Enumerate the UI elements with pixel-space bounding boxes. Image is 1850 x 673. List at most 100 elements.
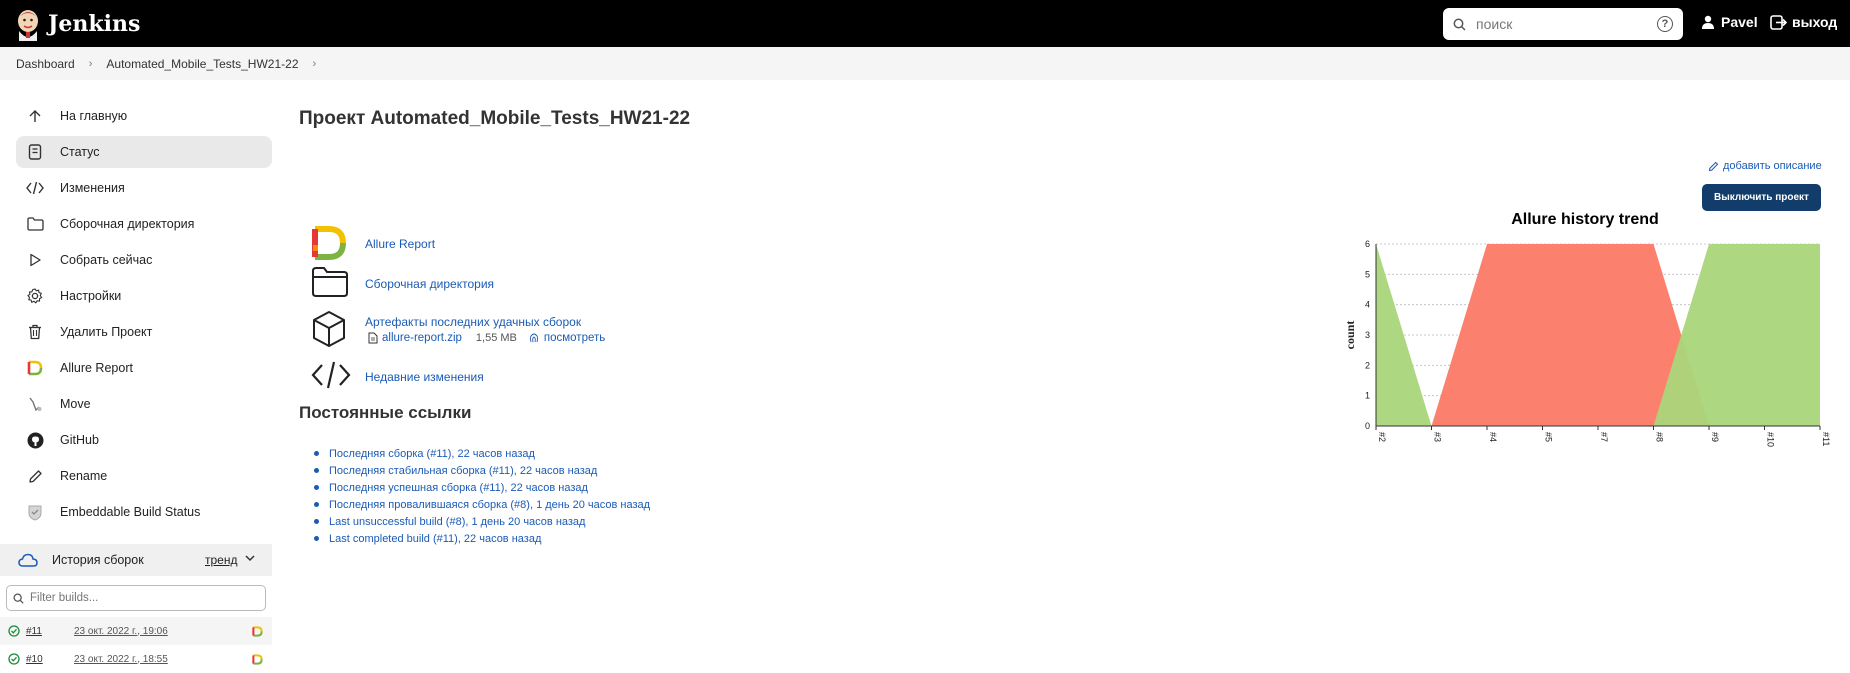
workspace-link[interactable]: Сборочная директория	[365, 277, 494, 291]
sidebar-item-settings[interactable]: Настройки	[16, 280, 272, 312]
allure-report-link-row[interactable]: Allure Report	[311, 225, 435, 261]
code-icon	[26, 179, 44, 197]
logout-button[interactable]: выход	[1770, 14, 1837, 30]
build-row[interactable]: #11 23 окт. 2022 г., 19:06	[0, 617, 272, 645]
file-icon	[368, 332, 378, 344]
allure-trend-chart[interactable]: 0 1 2 3 4 5 6 #2 #3 #4 #5 #7 #8 #9 #10 #11 count	[1340, 232, 1830, 452]
sidebar-item-label: Embeddable Build Status	[60, 505, 201, 519]
changes-link-row[interactable]: Недавние изменения	[311, 360, 484, 390]
allure-icon[interactable]	[252, 654, 263, 665]
badge-icon	[26, 503, 44, 521]
artifact-file-link[interactable]: allure-report.zip	[382, 332, 462, 344]
allure-icon	[26, 359, 44, 377]
user-menu[interactable]: Pavel	[1701, 14, 1758, 30]
github-icon	[26, 431, 44, 449]
sidebar-item-label: Статус	[60, 145, 100, 159]
artifacts-link[interactable]: Артефакты последних удачных сборок	[365, 315, 581, 329]
jenkins-logo[interactable]: Jenkins	[14, 7, 140, 41]
breadcrumb-dashboard[interactable]: Dashboard	[16, 57, 75, 71]
permalink-last-successful[interactable]: Последняя успешная сборка (#11), 22 часо…	[329, 482, 588, 494]
sidebar-item-build-now[interactable]: Собрать сейчас	[16, 244, 272, 276]
user-icon	[1702, 15, 1714, 29]
permalink-last-failed[interactable]: Последняя провалившаяся сборка (#8), 1 д…	[329, 499, 650, 511]
chevron-right-icon: ›	[88, 57, 93, 70]
search-input[interactable]	[1476, 16, 1657, 32]
folder-icon	[312, 267, 348, 297]
y-tick-label: 1	[1365, 391, 1370, 401]
trash-icon	[26, 323, 44, 341]
folder-icon	[26, 215, 44, 233]
search-box[interactable]: ?	[1443, 8, 1683, 40]
allure-icon	[312, 226, 346, 260]
jenkins-butler-icon	[18, 9, 38, 41]
sidebar-item-embeddable-status[interactable]: Embeddable Build Status	[16, 496, 272, 528]
sidebar-item-label: GitHub	[60, 433, 99, 447]
permalink-item[interactable]: Last completed build (#11), 22 часов наз…	[314, 530, 650, 547]
help-icon[interactable]: ?	[1657, 16, 1673, 32]
x-tick-label: #2	[1377, 432, 1387, 442]
build-number-link[interactable]: #10	[26, 654, 43, 665]
breadcrumb: Dashboard › Automated_Mobile_Tests_HW21-…	[0, 47, 1850, 80]
permalink-item[interactable]: Последняя успешная сборка (#11), 22 часо…	[314, 479, 650, 496]
filter-builds-input[interactable]	[30, 592, 250, 604]
disable-project-button[interactable]: Выключить проект	[1702, 184, 1821, 211]
permalinks-title: Постоянные ссылки	[299, 403, 472, 422]
allure-report-link[interactable]: Allure Report	[365, 237, 435, 251]
build-date-link[interactable]: 23 окт. 2022 г., 18:55	[74, 654, 168, 665]
allure-icon[interactable]	[252, 626, 263, 637]
logout-icon	[1770, 14, 1787, 30]
build-number-link[interactable]: #11	[26, 626, 42, 637]
sidebar-item-allure[interactable]: Allure Report	[16, 352, 272, 384]
build-row[interactable]: #10 23 окт. 2022 г., 18:55	[0, 645, 272, 673]
add-description-link[interactable]: добавить описание	[1708, 160, 1822, 172]
success-check-icon	[8, 653, 20, 665]
sidebar-item-home[interactable]: На главную	[16, 100, 272, 132]
sidebar-item-rename[interactable]: Rename	[16, 460, 272, 492]
x-tick-label: #11	[1821, 432, 1830, 446]
build-date-link[interactable]: 23 окт. 2022 г., 19:06	[74, 626, 168, 637]
permalink-last-unsuccessful[interactable]: Last unsuccessful build (#8), 1 день 20 …	[329, 516, 585, 528]
artifact-view-link[interactable]: посмотреть	[544, 332, 605, 344]
filter-builds-box[interactable]	[6, 585, 266, 611]
sidebar-item-move[interactable]: Move	[16, 388, 272, 420]
y-axis-label: count	[1343, 321, 1357, 350]
permalink-last-build[interactable]: Последняя сборка (#11), 22 часов назад	[329, 448, 535, 460]
build-history: История сборок тренд #11 23 окт. 2022 г.…	[0, 544, 272, 673]
y-tick-label: 3	[1365, 330, 1370, 340]
sidebar-item-workspace[interactable]: Сборочная директория	[16, 208, 272, 240]
sidebar-item-label: Удалить Проект	[60, 325, 153, 339]
y-tick-label: 6	[1365, 239, 1370, 249]
breadcrumb-project[interactable]: Automated_Mobile_Tests_HW21-22	[106, 57, 298, 71]
sidebar-item-changes[interactable]: Изменения	[16, 172, 272, 204]
sidebar-item-label: Rename	[60, 469, 108, 483]
permalink-last-completed[interactable]: Last completed build (#11), 22 часов наз…	[329, 533, 541, 545]
permalink-item[interactable]: Последняя провалившаяся сборка (#8), 1 д…	[314, 496, 650, 513]
sidebar-item-label: Move	[60, 397, 91, 411]
trend-link[interactable]: тренд	[205, 553, 237, 567]
cloud-icon	[18, 553, 38, 567]
sidebar-item-github[interactable]: GitHub	[16, 424, 272, 456]
sidebar-item-label: На главную	[60, 109, 128, 123]
chevron-right-icon[interactable]: ›	[313, 58, 317, 70]
permalink-item[interactable]: Last unsuccessful build (#8), 1 день 20 …	[314, 513, 650, 530]
workspace-link-row[interactable]: Сборочная директория	[311, 266, 494, 298]
top-bar: Jenkins ? Pavel выход	[0, 0, 1850, 47]
play-icon	[26, 251, 44, 269]
permalinks-list: Последняя сборка (#11), 22 часов назад П…	[314, 445, 650, 547]
artifact-file-row: allure-report.zip 1,55 MB посмотреть	[368, 332, 605, 344]
permalink-last-stable[interactable]: Последняя стабильная сборка (#11), 22 ча…	[329, 465, 597, 477]
x-tick-label: #3	[1433, 432, 1443, 442]
pencil-icon	[26, 467, 44, 485]
permalink-item[interactable]: Последняя стабильная сборка (#11), 22 ча…	[314, 462, 650, 479]
build-history-header: История сборок тренд	[0, 544, 272, 576]
recent-changes-link[interactable]: Недавние изменения	[365, 370, 484, 384]
y-tick-label: 0	[1365, 421, 1370, 431]
arrow-up-icon	[26, 107, 44, 125]
success-check-icon	[8, 625, 20, 637]
sidebar-item-label: Изменения	[60, 181, 125, 195]
sidebar-item-delete[interactable]: Удалить Проект	[16, 316, 272, 348]
chevron-down-icon[interactable]	[244, 552, 256, 564]
search-icon	[1453, 18, 1466, 31]
permalink-item[interactable]: Последняя сборка (#11), 22 часов назад	[314, 445, 650, 462]
sidebar-item-status[interactable]: Статус	[16, 136, 272, 168]
